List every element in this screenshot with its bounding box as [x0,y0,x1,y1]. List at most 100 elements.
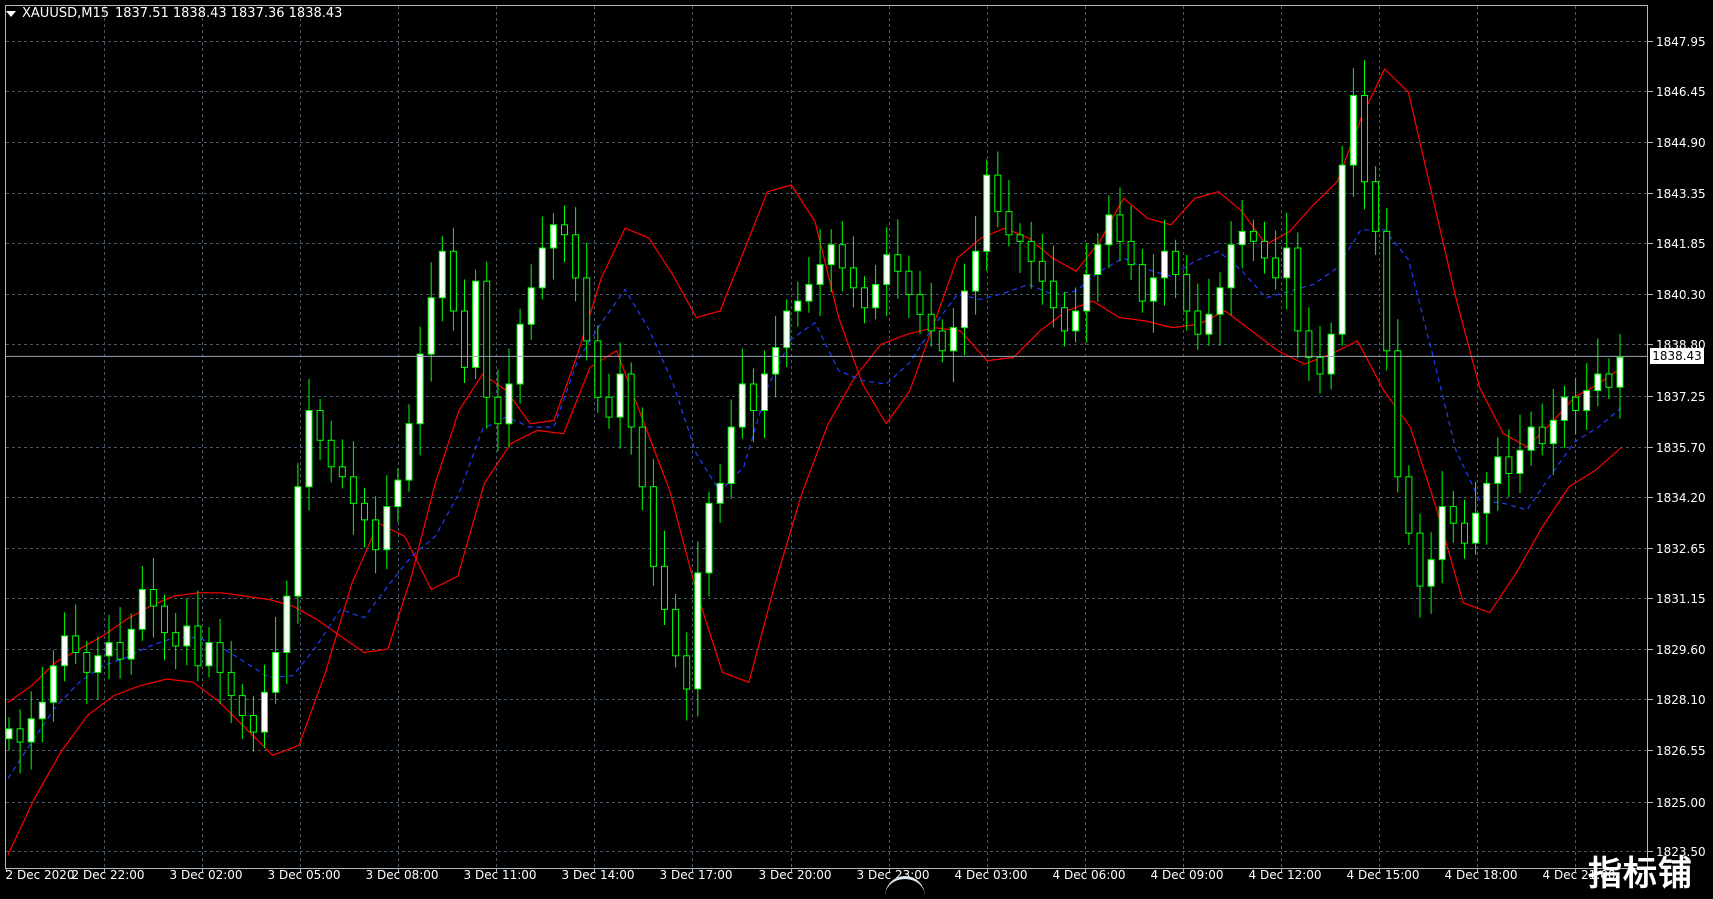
candle [1438,471,1446,584]
candle [1205,278,1213,346]
time-tick-label: 4 Dec 06:00 [1052,868,1126,882]
candle [1105,195,1113,269]
candle-body [1305,330,1313,358]
candle [238,684,246,739]
candle [27,691,35,770]
candle-body [1427,559,1435,587]
candle [738,348,746,439]
candle-body [416,353,424,425]
price-tick-label: 1829.60 [1656,642,1706,657]
candle [1183,255,1191,331]
candle-body [1049,280,1057,309]
candle-body [27,718,35,743]
candle [461,279,468,383]
candle [838,221,846,292]
price-chart[interactable] [0,0,1713,888]
candles [5,60,1624,774]
price-tick-label: 1846.45 [1656,84,1706,99]
candle [216,619,224,704]
candle-body [716,482,724,504]
candle [1527,411,1535,466]
candle [305,379,313,511]
candle [1216,272,1224,346]
time-tick-label: 3 Dec 17:00 [659,868,733,882]
candle [1494,437,1502,511]
time-tick-label: 3 Dec 05:00 [267,868,341,882]
candle-body [1294,247,1302,332]
candle-body [994,174,1002,213]
candle-body [972,250,980,292]
candle [994,151,1002,228]
candle-body [561,224,568,236]
candle-body [1083,274,1091,312]
candle [149,558,157,638]
chart-menu-triangle-icon[interactable] [6,10,16,17]
candle-body [661,565,668,610]
candle-body [961,290,968,329]
candle-body [1005,211,1013,236]
candle [316,398,324,460]
candle [561,205,568,263]
time-tick-label: 3 Dec 08:00 [365,868,439,882]
candle-body [1516,449,1524,474]
candle-body [138,589,146,630]
candle [1560,385,1568,448]
candle [49,650,57,722]
chart-header: XAUUSD,M15 1837.51 1838.43 1837.36 1838.… [6,6,342,21]
candle [161,594,168,661]
time-tick-label: 4 Dec 09:00 [1150,868,1224,882]
candle-body [738,383,746,428]
candle-body [649,486,657,567]
candle-body [1383,230,1391,352]
candle [883,227,891,316]
candle [1427,532,1435,614]
candle [183,598,191,666]
candle [1294,232,1302,359]
candle [949,308,957,383]
candle-body [249,715,257,733]
candle-body [594,340,602,398]
candle-body [49,665,57,703]
price-tick-label: 1843.35 [1656,186,1706,201]
candle-body [1605,373,1613,388]
candle [394,468,402,523]
candle-body [905,270,913,295]
candle-body [1527,426,1535,451]
candle [1027,221,1035,289]
candle [1005,180,1013,247]
candle-body [583,277,591,342]
candle [405,404,413,492]
candle-body [472,280,480,368]
chart-window[interactable]: XAUUSD,M15 1837.51 1838.43 1837.36 1838.… [0,0,1713,894]
candle [727,399,735,499]
candle [549,213,557,280]
candle-body [1538,426,1546,445]
candle [861,276,868,324]
candle [349,441,357,535]
candle [1161,219,1168,306]
candle-body [1616,356,1624,388]
candle-body [38,701,46,720]
candle [138,566,146,641]
candle [105,615,113,680]
candle-body [449,250,457,312]
candle-body [1472,512,1480,544]
candle-body [1394,350,1402,478]
candle-body [349,476,357,504]
candle-body [672,608,680,657]
candle [327,420,335,483]
candle [794,281,802,327]
candle [1172,239,1180,299]
candle [1383,207,1391,371]
candle [594,325,602,413]
candle-body [549,224,557,249]
candle-body [205,642,213,667]
candle [338,439,346,489]
candle-body [261,691,268,733]
candle [872,264,880,320]
candle [1261,221,1268,274]
candle-body [927,313,935,332]
candle [1194,283,1202,350]
candle-body [1027,240,1035,262]
candle-body [1194,310,1202,335]
